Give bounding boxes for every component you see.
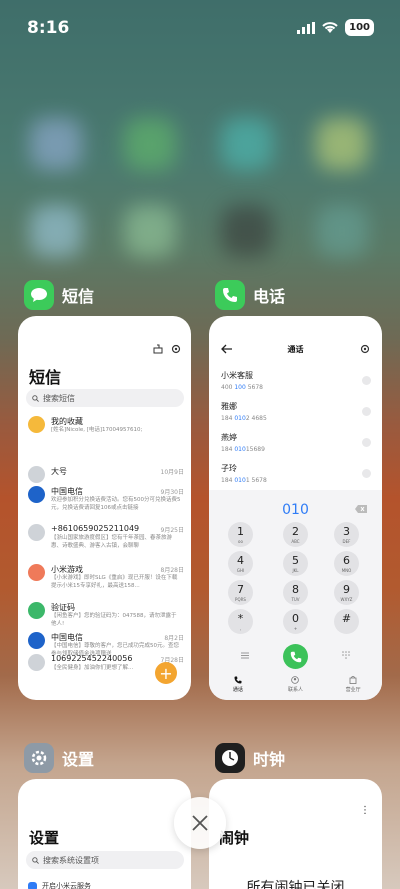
message-sender: 1069225452240056 xyxy=(51,654,133,663)
sms-page-title: 短信 xyxy=(29,368,62,387)
clock-time: 8:16 xyxy=(27,18,70,38)
cloud-icon xyxy=(28,881,37,889)
phone-icon xyxy=(234,676,242,684)
search-icon xyxy=(32,856,39,864)
dialpad-key[interactable]: 5 JKL xyxy=(283,551,308,576)
phone-page-title: 通话 xyxy=(287,345,304,354)
dialpad: 010 1 oo 2 ABC 3 DEF 4 GHI 5 JKL 6 MNO 7 PQRS 8 TUV 9 WXY… xyxy=(209,490,382,700)
contact-list-item[interactable]: 雅娜 184 0102 4685 xyxy=(221,401,371,422)
dialpad-key[interactable]: 1 oo xyxy=(228,522,253,547)
settings-app-card[interactable]: 设置 搜索系统设置项 开启小米云服务 xyxy=(18,779,191,889)
settings-app-icon xyxy=(24,743,54,773)
contact-number: 184 0102 4685 xyxy=(221,415,267,422)
dialpad-key[interactable]: 0 + xyxy=(283,609,308,634)
dialpad-key[interactable]: 4 GHI xyxy=(228,551,253,576)
tab-contacts[interactable]: 联系人 xyxy=(275,676,315,700)
message-sender: +8610659025211049 xyxy=(51,524,140,533)
settings-gear-icon[interactable] xyxy=(360,344,370,354)
contact-number: 184 01015689 xyxy=(221,446,265,453)
message-preview: [姓名]Nicole, [电话]17004957610; xyxy=(51,427,143,433)
sms-app-card[interactable]: 短信 搜索短信 我的收藏 [姓名]Nicole, [电话]17004957610;… xyxy=(18,316,191,700)
contact-name: 燕婷 xyxy=(221,433,237,442)
contact-list-item[interactable]: 燕婷 184 01015689 xyxy=(221,432,371,453)
dialpad-key[interactable]: 9 WXYZ xyxy=(334,580,359,605)
dialpad-key[interactable]: 2 ABC xyxy=(283,522,308,547)
contact-detail-chevron-icon[interactable] xyxy=(362,438,371,447)
signal-icon xyxy=(297,21,316,34)
contact-number: 400 100 5678 xyxy=(221,384,263,391)
contact-avatar xyxy=(28,524,45,541)
dialpad-key[interactable]: 8 TUV xyxy=(283,580,308,605)
contact-avatar xyxy=(28,564,45,581)
clock-app-icon xyxy=(215,743,245,773)
phone-app-label[interactable]: 电话 xyxy=(215,280,285,310)
dialpad-key[interactable]: *, xyxy=(228,609,253,634)
dialpad-key[interactable]: # xyxy=(334,609,359,634)
close-icon xyxy=(192,815,208,831)
clear-all-button[interactable] xyxy=(174,797,226,849)
contact-list-item[interactable]: 小米客服 400 100 5678 xyxy=(221,370,371,391)
settings-item-cloud[interactable]: 开启小米云服务 xyxy=(28,881,91,889)
dialpad-key[interactable]: 6 MNO xyxy=(334,551,359,576)
dialpad-key[interactable]: 7 PQRS xyxy=(228,580,253,605)
contact-avatar xyxy=(28,654,45,671)
sms-app-icon xyxy=(24,280,54,310)
contact-avatar xyxy=(28,632,45,649)
phone-app-icon xyxy=(215,280,245,310)
contact-avatar xyxy=(28,602,45,619)
settings-gear-icon[interactable] xyxy=(171,344,181,354)
settings-search-input[interactable]: 搜索系统设置项 xyxy=(26,851,184,869)
phone-call-icon xyxy=(290,651,301,662)
sms-app-label[interactable]: 短信 xyxy=(24,280,94,310)
contact-list-item[interactable]: 子玲 184 0101 5678 xyxy=(221,463,371,484)
settings-page-title: 设置 xyxy=(29,829,60,847)
menu-icon[interactable] xyxy=(241,652,249,659)
contact-avatar xyxy=(28,416,45,433)
tab-service-hall[interactable]: 营业厅 xyxy=(333,676,373,700)
phone-app-card[interactable]: 通话 小米客服 400 100 5678 雅娜 184 0102 4685 燕婷 184 … xyxy=(209,316,382,700)
message-sender: 大号 xyxy=(51,467,67,476)
contact-name: 雅娜 xyxy=(221,402,237,411)
contact-name: 子玲 xyxy=(221,464,237,473)
contacts-icon xyxy=(291,676,300,684)
message-preview: 欢迎参加积分兑换话费活动。您有500分可兑换话费5元，兑换话费请回复106或点击… xyxy=(51,497,181,511)
tab-calls[interactable]: 通话 xyxy=(218,676,258,700)
call-button[interactable] xyxy=(283,644,308,669)
contact-detail-chevron-icon[interactable] xyxy=(362,376,371,385)
message-preview: 【小米游戏】即时SLG《重启》现已开服！设在下载提示小米15专享好礼，最高送15… xyxy=(51,575,178,589)
backspace-icon[interactable] xyxy=(355,505,367,513)
message-preview: 【闲鱼客户】您的验证码为：047588，请勿泄露于他人! xyxy=(51,613,177,627)
contact-detail-chevron-icon[interactable] xyxy=(362,407,371,416)
contact-avatar xyxy=(28,486,45,503)
dialpad-toggle-icon[interactable] xyxy=(342,651,350,659)
battery-indicator: 100 xyxy=(345,19,374,36)
contact-avatar xyxy=(28,466,45,483)
store-icon xyxy=(349,676,357,684)
message-preview: 【浙山国家旅游度假区】您有千年茶园、春茶旅游惠、诗歌盛典、游客入古镇，会聊聊 xyxy=(51,535,173,549)
sms-search-input[interactable]: 搜索短信 xyxy=(26,389,184,407)
wifi-icon xyxy=(322,21,338,33)
contact-name: 小米客服 xyxy=(221,371,253,380)
clock-app-card[interactable]: ⋮ 闹钟 所有闹钟已关闭 xyxy=(209,779,382,889)
alarm-status-text: 所有闹钟已关闭 xyxy=(246,880,345,889)
message-date: 9月30日 xyxy=(160,489,184,496)
more-options-icon[interactable]: ⋮ xyxy=(360,805,370,816)
cleanup-icon[interactable] xyxy=(153,344,163,354)
message-date: 8月2日 xyxy=(164,635,184,642)
settings-app-label[interactable]: 设置 xyxy=(24,743,94,773)
message-date: 8月28日 xyxy=(160,567,184,574)
message-date: 10月9日 xyxy=(160,469,184,476)
status-bar: 8:16 100 xyxy=(0,0,400,56)
clock-app-label[interactable]: 时钟 xyxy=(215,743,285,773)
search-icon xyxy=(32,394,39,402)
compose-message-button[interactable]: + xyxy=(155,662,177,684)
contact-number: 184 0101 5678 xyxy=(221,477,267,484)
contact-detail-chevron-icon[interactable] xyxy=(362,469,371,478)
message-date: 9月25日 xyxy=(160,527,184,534)
dialpad-key[interactable]: 3 DEF xyxy=(334,522,359,547)
